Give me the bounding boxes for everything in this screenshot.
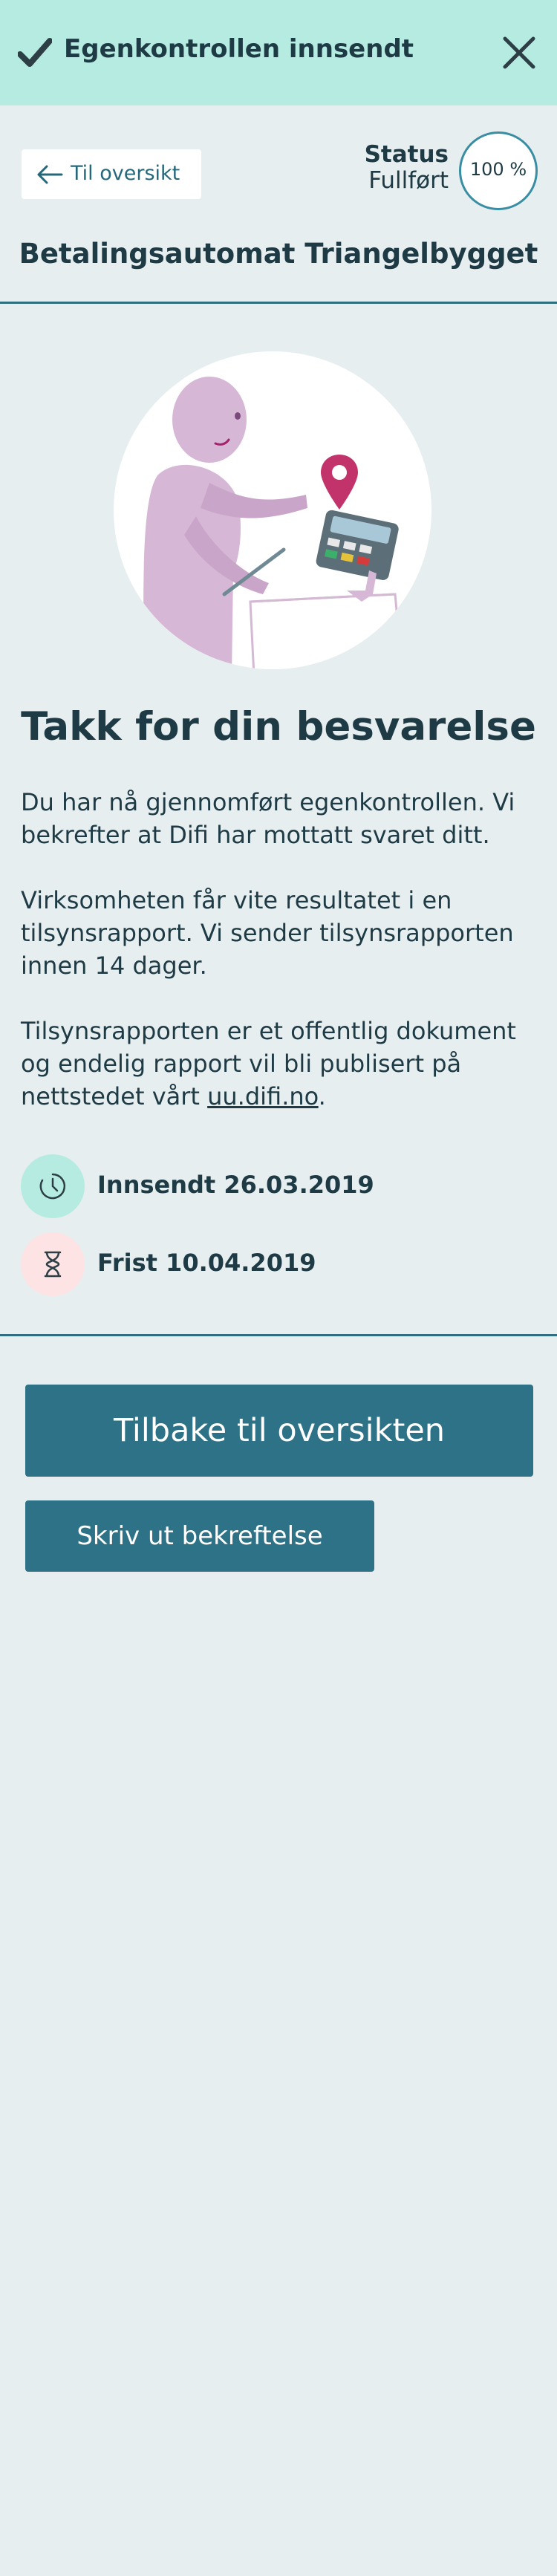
close-icon[interactable] (502, 36, 536, 70)
report-info-paragraph: Virksomheten får vite resultatet i en ti… (21, 886, 514, 980)
payment-terminal-illustration (114, 351, 431, 669)
thank-you-heading: Takk for din besvarelse (21, 704, 536, 749)
clock-icon (39, 1173, 66, 1200)
back-to-overview-button[interactable]: Til oversikt (22, 149, 201, 199)
progress-label: 100 % (469, 159, 527, 180)
status-title: Status (364, 141, 449, 168)
header-divider (0, 302, 557, 304)
difi-link[interactable]: uu.difi.no (207, 1082, 319, 1110)
notification-title: Egenkontrollen innsendt (64, 34, 414, 64)
deadline-badge (21, 1232, 85, 1296)
progress-indicator: 100 % (459, 131, 538, 210)
submitted-badge (21, 1154, 85, 1218)
hourglass-icon (44, 1251, 62, 1278)
publication-paragraph: Tilsynsrapporten er et offentlig dokumen… (21, 1015, 533, 1113)
deadline-date: Frist 10.04.2019 (97, 1249, 316, 1277)
arrow-left-icon (37, 165, 63, 184)
notification-bar: Egenkontrollen innsendt (0, 0, 557, 105)
print-confirmation-button[interactable]: Skriv ut bekreftelse (25, 1500, 374, 1572)
content-divider (0, 1334, 557, 1336)
back-button-label: Til oversikt (71, 162, 180, 185)
status-value: Fullført (368, 167, 449, 194)
publication-text-end: . (318, 1082, 326, 1110)
confirmation-paragraph: Du har nå gjennomført egenkontrollen. Vi… (21, 788, 515, 849)
submitted-date: Innsendt 26.03.2019 (97, 1171, 374, 1199)
object-title: Betalingsautomat Triangelbygget (19, 238, 538, 270)
back-to-overview-primary-button[interactable]: Tilbake til oversikten (25, 1385, 533, 1477)
checkmark-icon (18, 38, 52, 67)
